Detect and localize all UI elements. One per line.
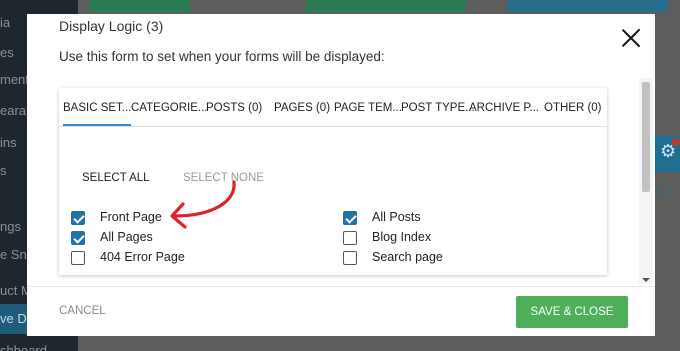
bg-tile	[306, 0, 466, 12]
annotation-arrow-icon	[170, 180, 236, 229]
checkbox-label: 404 Error Page	[100, 250, 185, 264]
checkbox-search-page[interactable]	[343, 251, 357, 265]
tab-basic-settings[interactable]: BASIC SET...	[63, 102, 131, 114]
tab-other[interactable]: OTHER (0)	[544, 102, 602, 114]
checkbox-label: All Pages	[100, 230, 153, 244]
tab-post-types[interactable]: POST TYPE...	[401, 102, 475, 114]
settings-panel: BASIC SET... CATEGORIE... POSTS (0) PAGE…	[59, 88, 607, 275]
checkbox-label: Front Page	[100, 210, 162, 224]
close-icon[interactable]	[618, 26, 644, 52]
checkbox-label: Search page	[372, 250, 443, 264]
edit-icon: ✎✕	[654, 187, 680, 199]
modal-title: Display Logic (3)	[59, 18, 164, 34]
modal-description: Use this form to set when your forms wil…	[59, 49, 385, 64]
sidebar-item: shboard	[0, 343, 47, 351]
tab-categories[interactable]: CATEGORIE...	[131, 102, 207, 114]
scroll-down-icon[interactable]	[642, 278, 650, 282]
checkbox-front-page[interactable]	[71, 211, 85, 225]
bg-tile	[90, 0, 190, 12]
tab-divider	[59, 126, 607, 127]
tab-page-templates[interactable]: PAGE TEM...	[334, 102, 402, 114]
checkbox-all-posts[interactable]	[343, 211, 357, 225]
bg-tile	[508, 0, 668, 12]
tab-posts[interactable]: POSTS (0)	[206, 102, 262, 114]
checkbox-blog-index[interactable]	[343, 231, 357, 245]
cancel-button[interactable]: CANCEL	[59, 305, 106, 317]
checkbox-label: All Posts	[372, 210, 421, 224]
modal-scrollbar[interactable]	[639, 78, 653, 284]
footer-divider	[27, 286, 655, 287]
select-all-button[interactable]: SELECT ALL	[82, 172, 150, 184]
tab-archive-pages[interactable]: ARCHIVE P...	[469, 102, 539, 114]
save-and-close-button[interactable]: SAVE & CLOSE	[516, 296, 628, 328]
checkbox-404-error-page[interactable]	[71, 251, 85, 265]
notification-dot	[672, 138, 680, 146]
display-logic-modal: Display Logic (3) Use this form to set w…	[27, 14, 655, 336]
scrollbar-thumb[interactable]	[642, 82, 650, 192]
checkbox-label: Blog Index	[372, 230, 432, 244]
tab-pages[interactable]: PAGES (0)	[274, 102, 330, 114]
checkbox-all-pages[interactable]	[71, 231, 85, 245]
